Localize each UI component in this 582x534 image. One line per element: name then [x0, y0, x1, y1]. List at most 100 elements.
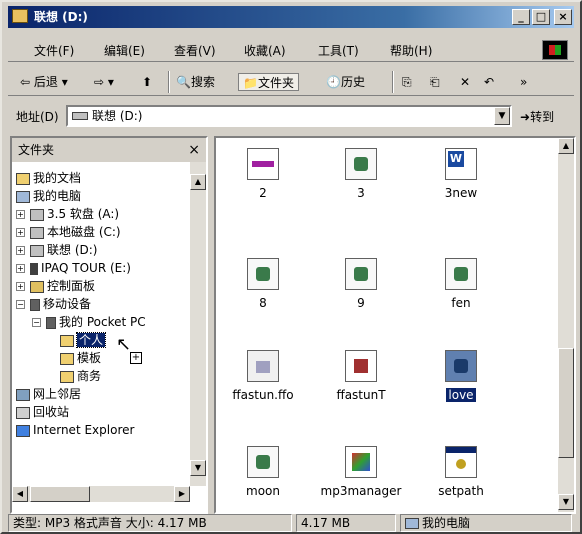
- folders-horizontal-scrollbar[interactable]: ◀ ▶: [12, 486, 190, 502]
- forward-button[interactable]: ⇨ ▾: [94, 73, 114, 91]
- address-input[interactable]: 联想 (D:): [66, 105, 512, 127]
- menu-file[interactable]: 文件(F): [34, 42, 74, 59]
- file-item[interactable]: 3: [316, 148, 406, 200]
- tree-item-ipaq-tour[interactable]: IPAQ TOUR (E:): [30, 260, 131, 276]
- file-item[interactable]: fen: [416, 258, 506, 310]
- folder-tree: 我的文档 我的电脑 + 3.5 软盘 (A:) + 本地磁盘 (C:) + 联想…: [12, 168, 190, 486]
- internet-explorer-icon: [16, 424, 30, 437]
- menu-edit[interactable]: 编辑(E): [104, 42, 145, 59]
- sound-file-icon: [345, 148, 377, 180]
- file-item[interactable]: 2: [218, 148, 308, 200]
- close-pane-button[interactable]: ×: [188, 138, 200, 162]
- menu-tools[interactable]: 工具(T): [318, 42, 359, 59]
- menu-favorites[interactable]: 收藏(A): [244, 42, 286, 59]
- file-list-vertical-scrollbar[interactable]: ▲ ▼: [558, 138, 574, 512]
- status-bar: 类型: MP3 格式声音 大小: 4.17 MB 4.17 MB 我的电脑: [8, 514, 574, 532]
- scroll-up-button[interactable]: ▲: [190, 174, 206, 190]
- history-button[interactable]: 🕘历史: [326, 73, 365, 91]
- maximize-button[interactable]: □: [532, 9, 550, 25]
- collapse-toggle[interactable]: −: [16, 300, 25, 309]
- file-item[interactable]: ffastunT: [316, 350, 406, 402]
- file-item[interactable]: moon: [218, 446, 308, 498]
- address-value: 联想 (D:): [92, 109, 143, 123]
- file-item-selected[interactable]: love: [416, 350, 506, 402]
- computer-icon: [16, 190, 30, 203]
- move-to-button[interactable]: ⎘: [402, 73, 412, 91]
- move-to-icon: ⎘: [402, 75, 412, 89]
- window-title: 联想 (D:): [34, 10, 88, 24]
- expand-toggle[interactable]: +: [16, 228, 25, 237]
- close-button[interactable]: ×: [554, 9, 572, 25]
- sound-file-icon: [345, 258, 377, 290]
- expand-toggle[interactable]: +: [16, 246, 25, 255]
- tree-item-templates[interactable]: 模板: [60, 350, 101, 366]
- search-button[interactable]: 🔍搜索: [176, 73, 215, 91]
- folders-vertical-scrollbar[interactable]: ▲ ▼: [190, 162, 206, 486]
- file-item[interactable]: setpath: [416, 446, 506, 498]
- tree-item-my-documents[interactable]: 我的文档: [16, 170, 81, 186]
- scroll-down-button[interactable]: ▼: [190, 460, 206, 476]
- address-bar: 地址(D) 联想 (D:) ▼ ➜转到: [8, 102, 574, 130]
- folder-icon: [60, 370, 74, 383]
- scroll-left-button[interactable]: ◀: [12, 486, 28, 502]
- file-item[interactable]: 8: [218, 258, 308, 310]
- folder-icon: [12, 9, 28, 23]
- scroll-thumb[interactable]: [30, 486, 90, 502]
- file-item[interactable]: W 3new: [416, 148, 506, 200]
- scroll-thumb[interactable]: [558, 348, 574, 458]
- tree-item-recycle-bin[interactable]: 回收站: [16, 404, 69, 420]
- tree-item-network[interactable]: 网上邻居: [16, 386, 81, 402]
- expand-toggle[interactable]: +: [16, 264, 25, 273]
- recycle-bin-icon: [16, 406, 30, 419]
- history-icon: 🕘: [326, 75, 341, 89]
- menu-view[interactable]: 查看(V): [174, 42, 216, 59]
- word-document-icon: W: [445, 148, 477, 180]
- tree-item-lenovo-d[interactable]: 联想 (D:): [30, 242, 97, 258]
- tree-item-my-pocket-pc[interactable]: 我的 Pocket PC: [46, 314, 146, 330]
- status-size: 4.17 MB: [296, 514, 396, 532]
- go-arrow-icon: ➜: [520, 110, 531, 124]
- expand-toggle[interactable]: +: [16, 282, 25, 291]
- collapse-toggle[interactable]: −: [32, 318, 41, 327]
- expand-toggle[interactable]: +: [16, 210, 25, 219]
- tree-item-floppy[interactable]: 3.5 软盘 (A:): [30, 206, 119, 222]
- address-dropdown-button[interactable]: ▼: [494, 107, 510, 125]
- tree-item-business[interactable]: 商务: [60, 368, 101, 384]
- up-folder-button[interactable]: ⬆: [142, 73, 152, 91]
- back-button[interactable]: ⇦ 后退 ▾: [20, 73, 68, 91]
- hard-drive-icon: [30, 226, 44, 239]
- drag-copy-plus-icon: +: [130, 352, 142, 364]
- tree-item-local-disk-c[interactable]: 本地磁盘 (C:): [30, 224, 121, 240]
- tree-item-my-computer[interactable]: 我的电脑: [16, 188, 81, 204]
- floppy-icon: [30, 208, 44, 221]
- scroll-right-button[interactable]: ▶: [174, 486, 190, 502]
- tree-item-internet-explorer[interactable]: Internet Explorer: [16, 422, 134, 438]
- generic-file-icon: [247, 350, 279, 382]
- title-bar[interactable]: 联想 (D:) _ □ ×: [8, 6, 574, 28]
- file-item[interactable]: 9: [316, 258, 406, 310]
- go-button[interactable]: ➜转到: [520, 108, 554, 125]
- scroll-down-button[interactable]: ▼: [558, 494, 574, 510]
- file-item[interactable]: ffastun.ffo: [218, 350, 308, 402]
- menu-help[interactable]: 帮助(H): [390, 42, 432, 59]
- delete-button[interactable]: ✕: [460, 73, 470, 91]
- folder-icon: [60, 352, 74, 365]
- copy-to-button[interactable]: ⎗: [430, 73, 440, 91]
- undo-button[interactable]: ↶: [484, 73, 494, 91]
- sound-file-icon: [247, 446, 279, 478]
- explorer-window: 联想 (D:) _ □ × 文件(F) 编辑(E) 查看(V) 收藏(A) 工具…: [0, 0, 582, 534]
- scroll-up-button[interactable]: ▲: [558, 138, 574, 154]
- application-icon: [345, 446, 377, 478]
- documents-folder-icon: [16, 172, 30, 185]
- toolbar-overflow-button[interactable]: »: [520, 73, 527, 91]
- network-icon: [16, 388, 30, 401]
- file-item[interactable]: mp3manager: [316, 446, 406, 498]
- pocket-pc-icon: [46, 316, 56, 329]
- folders-button[interactable]: 📁文件夹: [238, 73, 299, 91]
- tree-item-personal[interactable]: 个人: [60, 332, 107, 348]
- search-icon: 🔍: [176, 75, 191, 89]
- tree-item-mobile-device[interactable]: 移动设备: [30, 296, 91, 312]
- tree-item-control-panel[interactable]: 控制面板: [30, 278, 95, 294]
- mouse-cursor-icon: ↖: [116, 334, 132, 355]
- minimize-button[interactable]: _: [512, 9, 530, 25]
